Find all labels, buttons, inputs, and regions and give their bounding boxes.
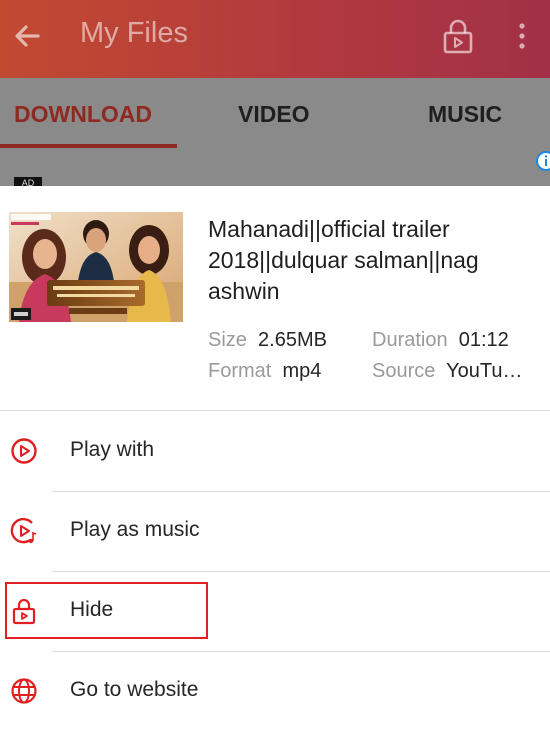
video-title: Mahanadi||official trailer 2018||dulquar…	[208, 216, 479, 304]
info-icon[interactable]	[535, 150, 550, 172]
menu-item-label: Play as music	[70, 518, 200, 541]
size-value: 2.65MB	[258, 329, 327, 351]
page-title: My Files	[80, 17, 188, 49]
ad-banner[interactable]	[0, 148, 550, 186]
play-circle-icon	[11, 438, 37, 464]
duration-info: Duration 01:12	[372, 328, 509, 352]
menu-item-play-with[interactable]: Play with	[0, 412, 550, 492]
tab-music[interactable]: MUSIC	[428, 78, 502, 148]
duration-label: Duration	[372, 329, 448, 351]
size-label: Size	[208, 329, 247, 351]
highlight-box	[5, 582, 208, 639]
source-value: YouTu…	[446, 360, 523, 382]
lock-play-icon[interactable]	[440, 18, 476, 54]
tab-bar: DOWNLOAD VIDEO MUSIC	[0, 78, 550, 148]
play-music-icon	[10, 517, 37, 544]
tab-video[interactable]: VIDEO	[238, 78, 310, 148]
format-value: mp4	[282, 360, 322, 382]
arrow-left-icon[interactable]	[8, 16, 48, 56]
duration-value: 01:12	[458, 329, 509, 351]
more-vert-icon[interactable]	[508, 16, 536, 56]
menu-item-go-to-website[interactable]: Go to website	[0, 652, 550, 732]
format-label: Format	[208, 360, 272, 382]
video-thumbnail[interactable]	[9, 212, 183, 322]
menu-item-label: Go to website	[70, 678, 199, 701]
divider	[0, 410, 550, 411]
globe-icon	[11, 678, 37, 704]
source-label: Source	[372, 360, 436, 382]
tab-download[interactable]: DOWNLOAD	[14, 78, 152, 148]
menu-item-label: Play with	[70, 438, 155, 461]
menu-item-play-as-music[interactable]: Play as music	[0, 492, 550, 572]
ad-tag: AD	[14, 177, 42, 186]
app-bar: My Files	[0, 0, 550, 78]
format-info: Format mp4	[208, 359, 321, 383]
size-info: Size 2.65MB	[208, 328, 327, 352]
source-info: Source YouTu…	[372, 359, 523, 383]
